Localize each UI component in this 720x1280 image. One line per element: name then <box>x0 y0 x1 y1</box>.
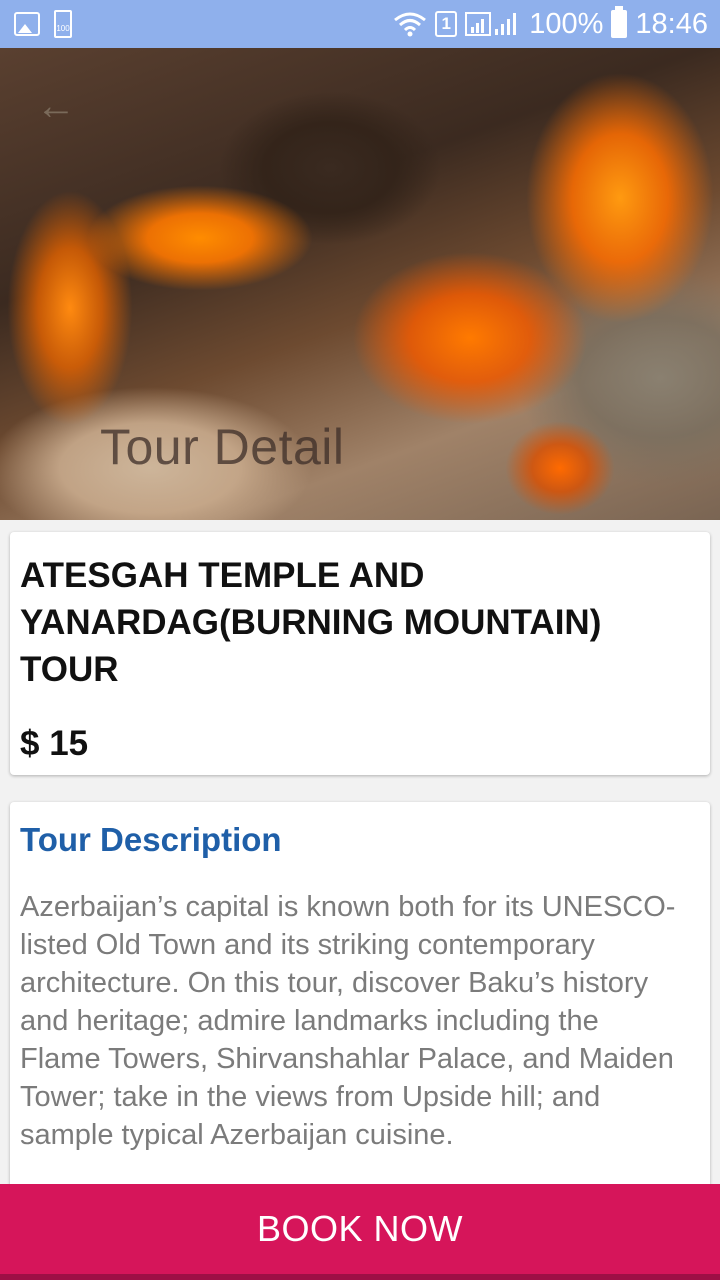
wifi-icon <box>394 12 427 37</box>
arrow-left-icon[interactable]: ← <box>36 86 76 126</box>
status-bar: 100 1 100% 18:46 <box>0 0 720 48</box>
description-text: Azerbaijan’s capital is known both for i… <box>20 891 676 1151</box>
battery-saver-icon: 100 <box>54 10 72 38</box>
tour-name: ATESGAH TEMPLE AND YANARDAG(BURNING MOUN… <box>20 556 602 689</box>
tour-summary-card: ATESGAH TEMPLE AND YANARDAG(BURNING MOUN… <box>10 532 710 775</box>
clock: 18:46 <box>635 7 708 40</box>
battery-percent: 100% <box>529 7 604 40</box>
tour-price: $ 15 <box>20 724 89 763</box>
gallery-icon <box>14 12 40 36</box>
page-title: Tour Detail <box>100 419 345 475</box>
sim-card-icon: 1 <box>435 11 458 37</box>
tour-description-card: Tour Description Azerbaijan’s capital is… <box>10 802 710 1202</box>
description-heading: Tour Description <box>20 821 282 858</box>
hero-image: ← Tour Detail <box>0 48 720 520</box>
signal-icon <box>465 12 517 36</box>
book-now-button[interactable]: BOOK NOW <box>0 1184 720 1280</box>
battery-icon <box>611 6 628 38</box>
